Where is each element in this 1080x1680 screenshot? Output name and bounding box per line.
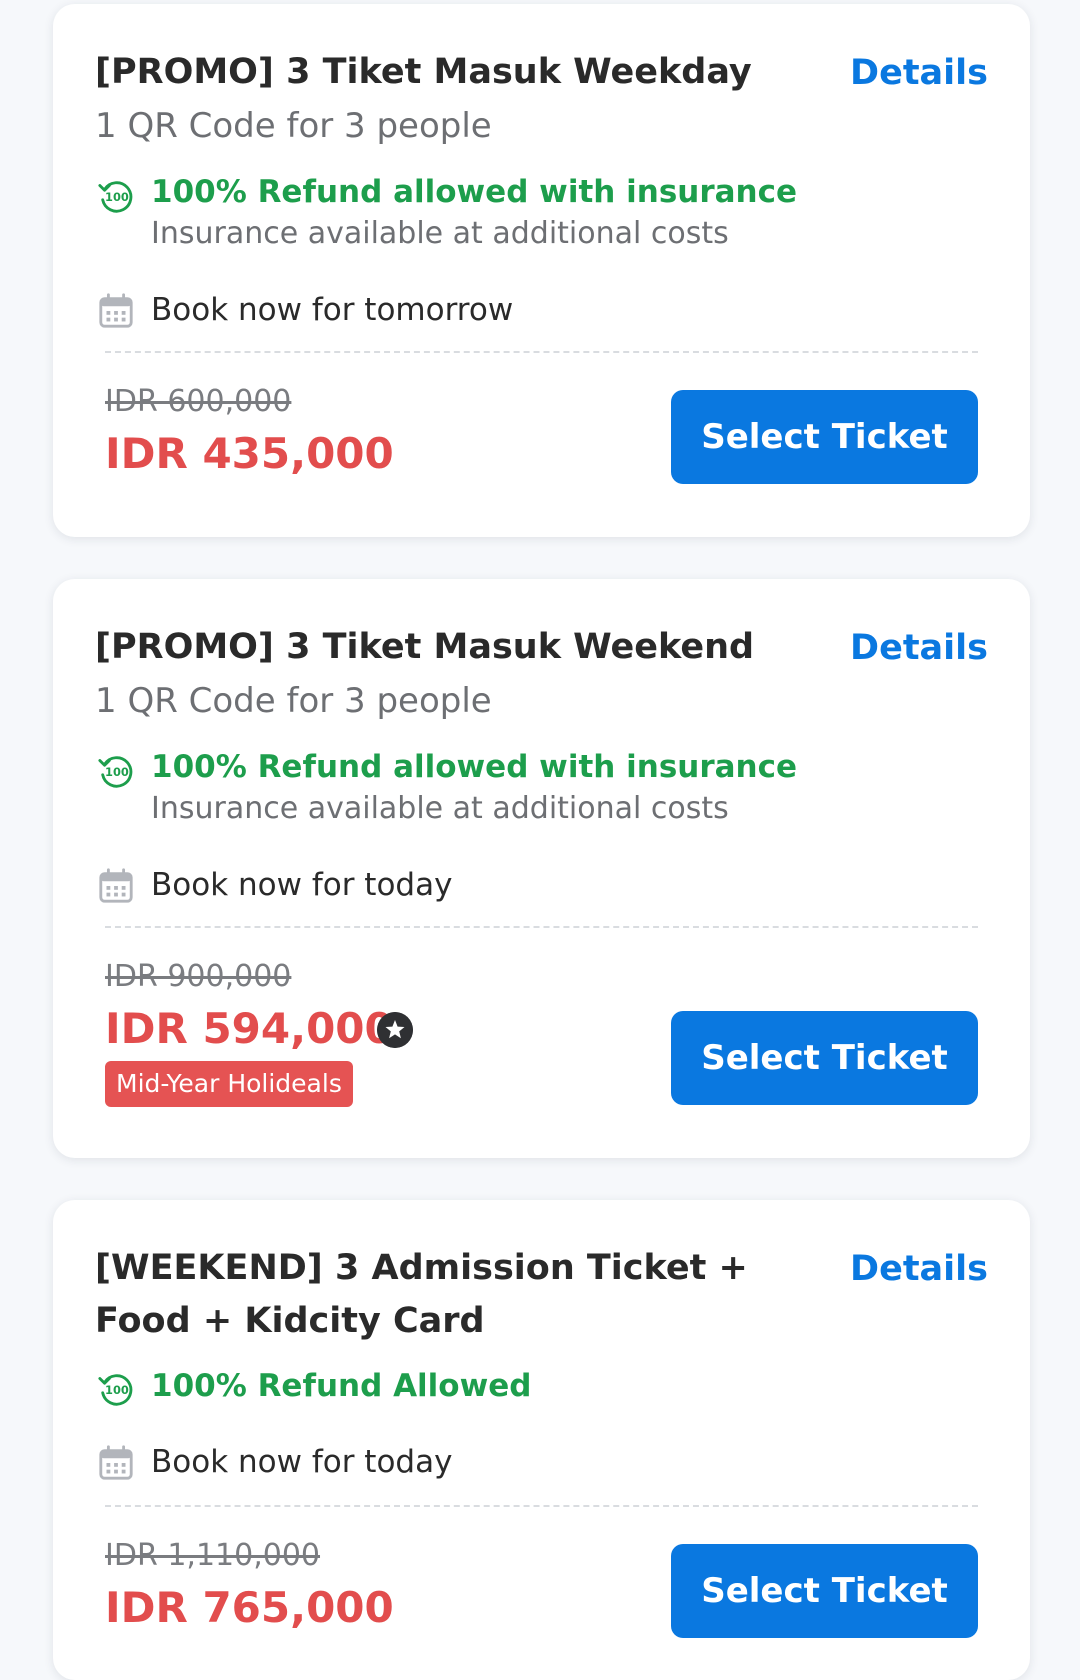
ticket-card: [WEEKEND] 3 Admission Ticket + Food + Ki… bbox=[53, 1200, 1030, 1680]
refund-100-icon: 100 bbox=[98, 756, 133, 788]
svg-text:100: 100 bbox=[105, 190, 129, 204]
insurance-note: Insurance available at additional costs bbox=[151, 216, 729, 251]
discounted-price: IDR 594,000 bbox=[105, 1004, 394, 1053]
calendar-icon bbox=[99, 868, 133, 903]
ticket-card: [PROMO] 3 Tiket Masuk Weekend 1 QR Code … bbox=[53, 579, 1030, 1158]
divider bbox=[105, 926, 978, 928]
discounted-price: IDR 765,000 bbox=[105, 1583, 394, 1632]
star-badge-icon bbox=[377, 1012, 413, 1048]
booking-availability: Book now for today bbox=[151, 867, 453, 903]
calendar-icon bbox=[99, 293, 133, 328]
ticket-card: [PROMO] 3 Tiket Masuk Weekday 1 QR Code … bbox=[53, 4, 1030, 537]
booking-availability: Book now for today bbox=[151, 1444, 453, 1480]
original-price: IDR 900,000 bbox=[105, 959, 292, 994]
original-price: IDR 600,000 bbox=[105, 384, 292, 419]
refund-policy-label: 100% Refund Allowed bbox=[151, 1368, 532, 1404]
select-ticket-button[interactable]: Select Ticket bbox=[671, 1544, 978, 1638]
svg-text:100: 100 bbox=[105, 1383, 129, 1397]
details-link[interactable]: Details bbox=[850, 50, 988, 96]
details-link[interactable]: Details bbox=[850, 625, 988, 671]
divider bbox=[105, 351, 978, 353]
ticket-title: [WEEKEND] 3 Admission Ticket + Food + Ki… bbox=[95, 1248, 748, 1341]
refund-100-icon: 100 bbox=[98, 1374, 133, 1406]
select-ticket-button[interactable]: Select Ticket bbox=[671, 390, 978, 484]
ticket-subtitle: 1 QR Code for 3 people bbox=[95, 106, 492, 146]
divider bbox=[105, 1505, 978, 1507]
refund-policy-label: 100% Refund allowed with insurance bbox=[151, 749, 798, 785]
ticket-title: [PROMO] 3 Tiket Masuk Weekday bbox=[95, 52, 752, 92]
insurance-note: Insurance available at additional costs bbox=[151, 791, 729, 826]
ticket-title: [PROMO] 3 Tiket Masuk Weekend bbox=[95, 627, 755, 667]
svg-text:100: 100 bbox=[105, 765, 129, 779]
booking-availability: Book now for tomorrow bbox=[151, 292, 514, 328]
refund-policy-label: 100% Refund allowed with insurance bbox=[151, 174, 798, 210]
promo-tag: Mid-Year Holideals bbox=[105, 1061, 353, 1107]
discounted-price: IDR 435,000 bbox=[105, 429, 394, 478]
refund-100-icon: 100 bbox=[98, 181, 133, 213]
select-ticket-button[interactable]: Select Ticket bbox=[671, 1011, 978, 1105]
original-price: IDR 1,110,000 bbox=[105, 1538, 321, 1573]
details-link[interactable]: Details bbox=[850, 1246, 988, 1292]
calendar-icon bbox=[99, 1445, 133, 1480]
ticket-subtitle: 1 QR Code for 3 people bbox=[95, 681, 492, 721]
